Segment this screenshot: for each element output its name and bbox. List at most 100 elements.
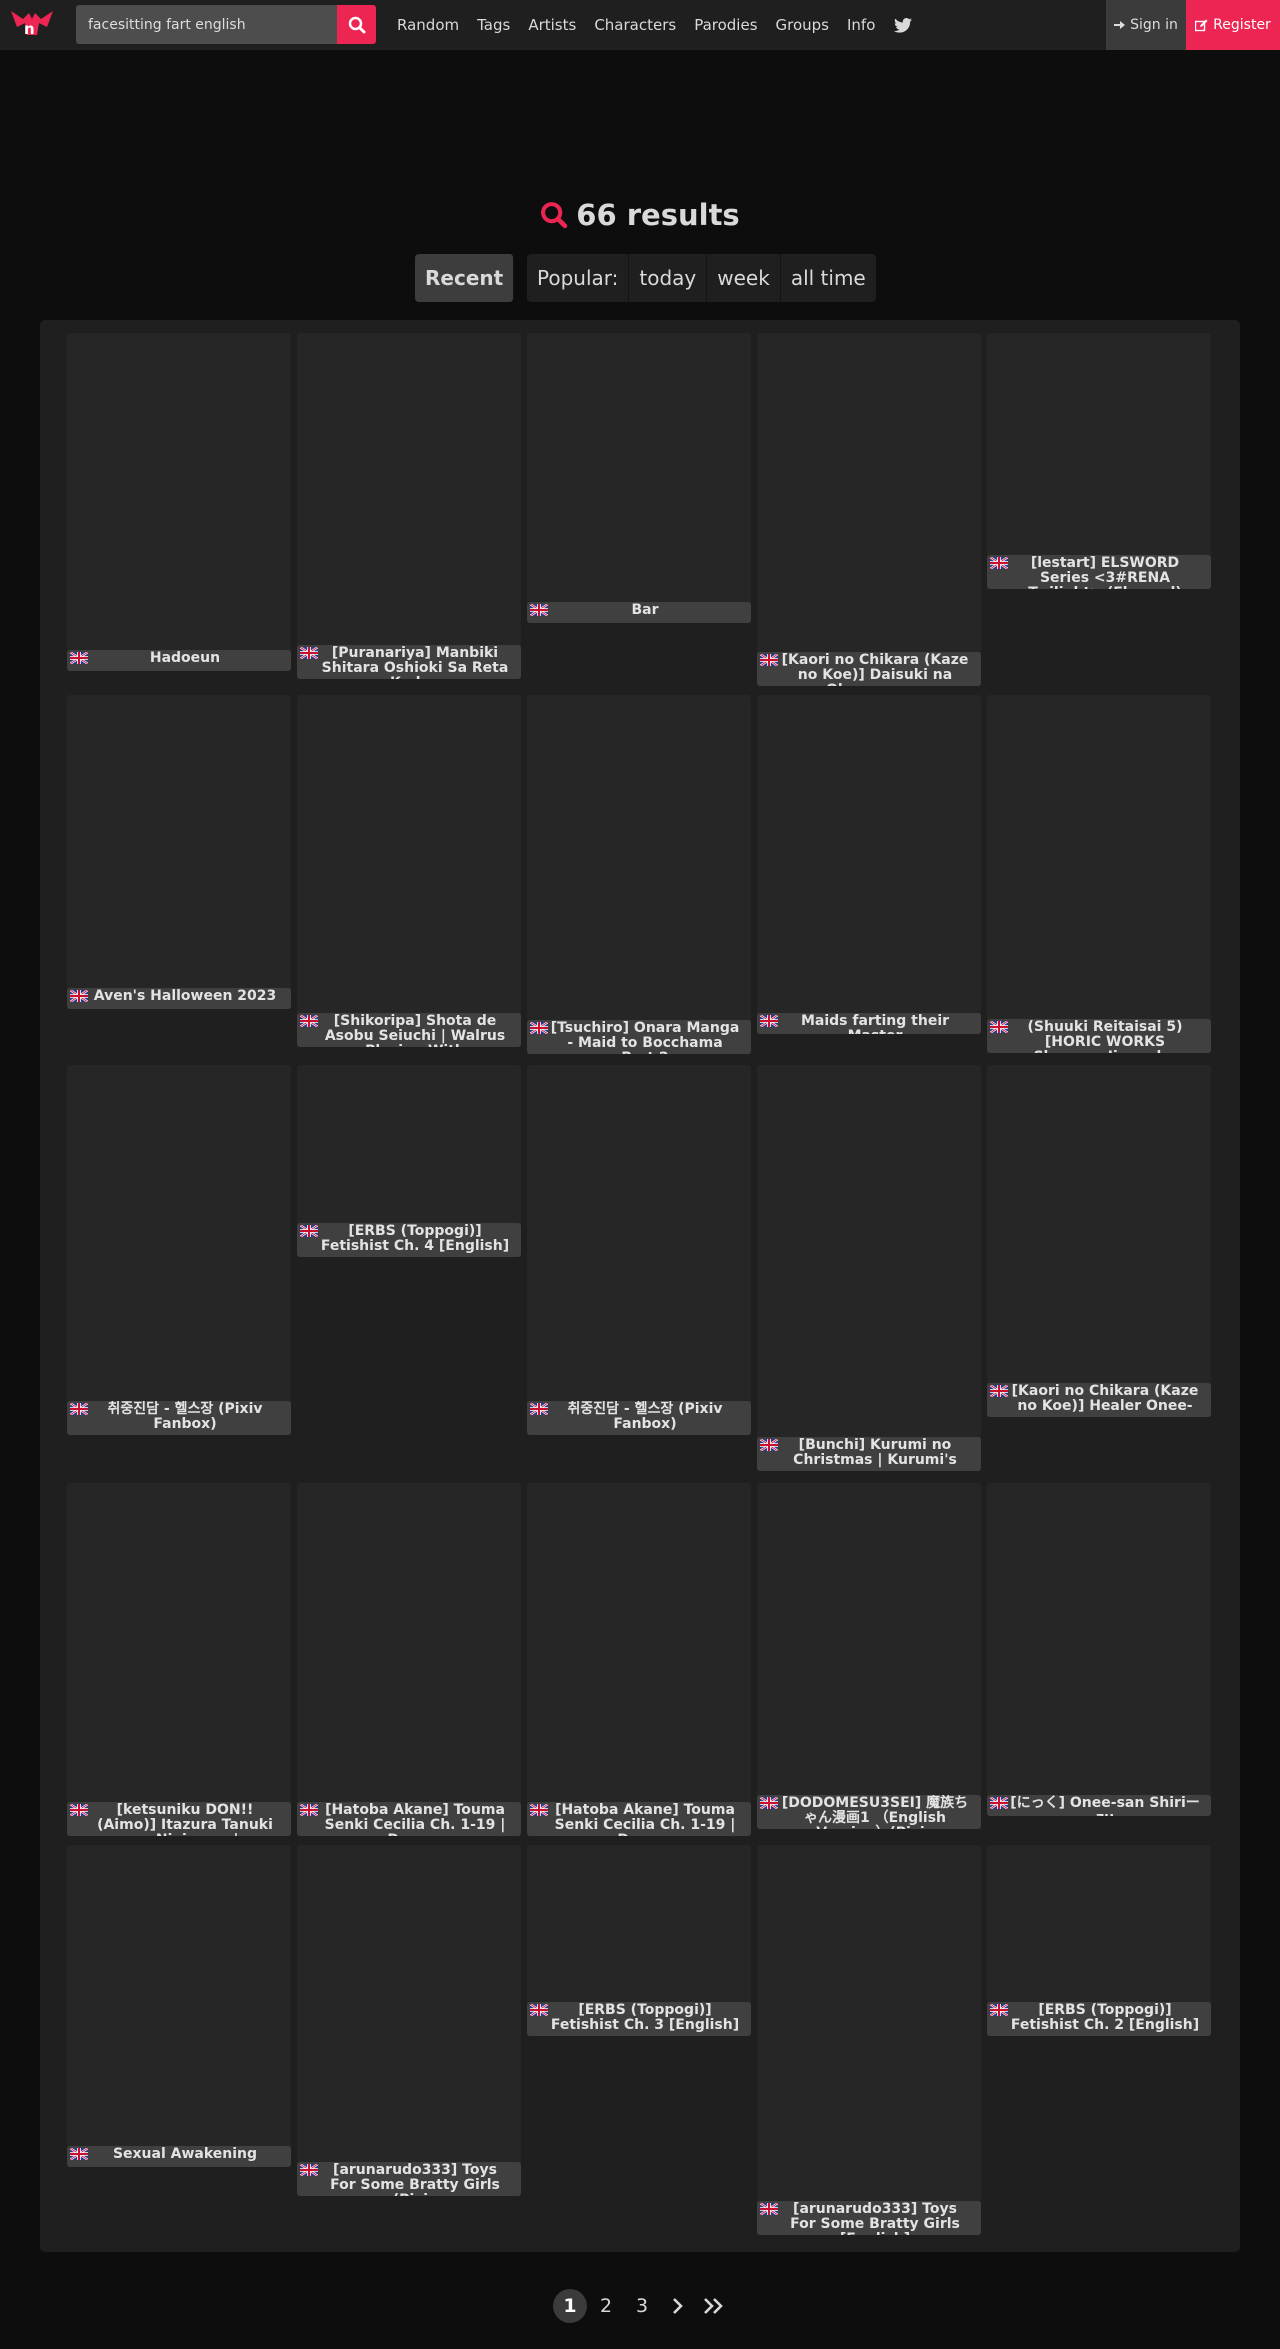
gallery-item[interactable]: Bar (527, 333, 751, 623)
gallery-title: Bar (631, 602, 659, 618)
gallery-caption: Hadoeun (67, 650, 291, 671)
sign-in-label: Sign in (1130, 17, 1178, 33)
sort-week[interactable]: week (707, 254, 781, 302)
last-icon[interactable] (697, 2289, 731, 2323)
gallery-title: [arunarudo333] Toys For Some Bratty Girl… (790, 2201, 960, 2236)
gallery-title: [Bunchi] Kurumi no Christmas | Kurumi's (793, 1437, 957, 1468)
gallery-item[interactable]: [DODOMESU3SEI] 魔族ちゃん漫画1 （English Version… (757, 1483, 981, 1829)
gallery-caption: Aven's Halloween 2023 (67, 988, 291, 1009)
gallery-caption: [Shikoripa] Shota de Asobu Seiuchi | Wal… (297, 1013, 521, 1047)
gallery-title: [Puranariya] Manbiki Shitara Oshioki Sa … (321, 645, 509, 680)
menu-random[interactable]: Random (388, 0, 468, 50)
menu-artists[interactable]: Artists (519, 0, 585, 50)
english-flag-icon (70, 990, 88, 1002)
gallery-title: [Tsuchiro] Onara Manga - Maid to Boccham… (550, 1020, 740, 1055)
english-flag-icon (300, 1015, 318, 1027)
gallery-item[interactable]: [Shikoripa] Shota de Asobu Seiuchi | Wal… (297, 695, 521, 1047)
gallery-item[interactable]: [Hatoba Akane] Touma Senki Cecilia Ch. 1… (527, 1483, 751, 1836)
english-flag-icon (70, 1403, 88, 1415)
search-button[interactable] (337, 5, 376, 44)
search-input[interactable] (76, 5, 337, 44)
gallery-caption: [Kaori no Chikara (Kaze no Koe)] Daisuki… (757, 652, 981, 686)
gallery-item[interactable]: 취중진담 - 헬스장 (Pixiv Fanbox) (527, 1065, 751, 1435)
gallery-item[interactable]: [ERBS (Toppogi)] Fetishist Ch. 3 [Englis… (527, 1845, 751, 2036)
gallery-item[interactable]: [Tsuchiro] Onara Manga - Maid to Boccham… (527, 695, 751, 1054)
gallery-caption: Bar (527, 602, 751, 623)
sign-in-button[interactable]: Sign in (1106, 0, 1186, 50)
gallery-item[interactable]: [ERBS (Toppogi)] Fetishist Ch. 4 [Englis… (297, 1065, 521, 1257)
logo-icon[interactable]: n (9, 9, 55, 39)
menu-parodies[interactable]: Parodies (685, 0, 766, 50)
gallery-item[interactable]: [arunarudo333] Toys For Some Bratty Girl… (757, 1845, 981, 2235)
gallery-caption: [Bunchi] Kurumi no Christmas | Kurumi's (757, 1437, 981, 1471)
page-2[interactable]: 2 (589, 2289, 623, 2323)
gallery-title: 취중진담 - 헬스장 (Pixiv Fanbox) (567, 1401, 723, 1432)
gallery-item[interactable]: [lestart] ELSWORD Series <3#RENA Twiligh… (987, 333, 1211, 589)
gallery-item[interactable]: Sexual Awakening (67, 1845, 291, 2167)
gallery-item[interactable]: [Kaori no Chikara (Kaze no Koe)] Daisuki… (757, 333, 981, 686)
menu-characters[interactable]: Characters (585, 0, 685, 50)
gallery-title: Aven's Halloween 2023 (93, 988, 277, 1004)
results-heading: 66 results (0, 198, 1280, 232)
page-3[interactable]: 3 (625, 2289, 659, 2323)
english-flag-icon (530, 1804, 548, 1816)
gallery-title: (Shuuki Reitaisai 5) [HORIC WORKS Shuppa… (1027, 1019, 1183, 1054)
gallery-caption: 취중진담 - 헬스장 (Pixiv Fanbox) (67, 1401, 291, 1435)
gallery-caption: [ketsuniku DON!! (Aimo)] Itazura Tanuki … (67, 1802, 291, 1836)
gallery-item[interactable]: Maids farting their Master (757, 695, 981, 1034)
register-button[interactable]: Register (1186, 0, 1280, 50)
english-flag-icon (760, 1439, 778, 1451)
gallery-item[interactable]: Aven's Halloween 2023 (67, 695, 291, 1009)
gallery-caption: [DODOMESU3SEI] 魔族ちゃん漫画1 （English Version… (757, 1795, 981, 1829)
english-flag-icon (300, 1225, 318, 1237)
gallery-item[interactable]: [ketsuniku DON!! (Aimo)] Itazura Tanuki … (67, 1483, 291, 1836)
navbar: n Random Tags Artists Characters Parodie… (0, 0, 1280, 50)
gallery-item[interactable]: [Puranariya] Manbiki Shitara Oshioki Sa … (297, 333, 521, 679)
sort-all-time[interactable]: all time (780, 254, 876, 302)
menu-info[interactable]: Info (838, 0, 884, 50)
english-flag-icon (70, 1804, 88, 1816)
search-icon (541, 202, 568, 229)
twitter-icon[interactable] (884, 17, 922, 33)
english-flag-icon (300, 647, 318, 659)
gallery-item[interactable]: [arunarudo333] Toys For Some Bratty Girl… (297, 1845, 521, 2196)
english-flag-icon (990, 1021, 1008, 1033)
menu-groups[interactable]: Groups (767, 0, 838, 50)
register-label: Register (1213, 17, 1271, 33)
menu-tags[interactable]: Tags (468, 0, 519, 50)
gallery-item[interactable]: [ERBS (Toppogi)] Fetishist Ch. 2 [Englis… (987, 1845, 1211, 2036)
english-flag-icon (300, 1804, 318, 1816)
english-flag-icon (990, 1797, 1008, 1809)
gallery-title: Hadoeun (149, 650, 221, 666)
sort-recent-group: Recent (415, 254, 515, 302)
english-flag-icon (530, 604, 548, 616)
gallery-title: [Hatoba Akane] Touma Senki Cecilia Ch. 1… (324, 1802, 506, 1837)
gallery-item[interactable]: Hadoeun (67, 333, 291, 671)
search-form (76, 5, 376, 44)
gallery-title: [ERBS (Toppogi)] Fetishist Ch. 4 [Englis… (320, 1223, 510, 1254)
sort-popular-label: Popular: (527, 254, 630, 302)
gallery-item[interactable]: [Kaori no Chikara (Kaze no Koe)] Healer … (987, 1065, 1211, 1417)
page-1[interactable]: 1 (553, 2289, 587, 2323)
gallery-item[interactable]: (Shuuki Reitaisai 5) [HORIC WORKS Shuppa… (987, 695, 1211, 1053)
results-count: 66 results (576, 198, 740, 232)
next-icon[interactable] (661, 2289, 695, 2323)
gallery-title: 취중진담 - 헬스장 (Pixiv Fanbox) (107, 1401, 263, 1432)
english-flag-icon (70, 652, 88, 664)
sort-today[interactable]: today (629, 254, 708, 302)
gallery-item[interactable]: [Hatoba Akane] Touma Senki Cecilia Ch. 1… (297, 1483, 521, 1836)
gallery-title: [Kaori no Chikara (Kaze no Koe)] Healer … (1011, 1383, 1199, 1418)
gallery-title: [ERBS (Toppogi)] Fetishist Ch. 3 [Englis… (550, 2002, 740, 2033)
gallery-item[interactable]: [Bunchi] Kurumi no Christmas | Kurumi's (757, 1065, 981, 1471)
gallery-item[interactable]: 취중진담 - 헬스장 (Pixiv Fanbox) (67, 1065, 291, 1435)
sort-recent[interactable]: Recent (415, 254, 515, 302)
gallery-title: Maids farting their Master (800, 1013, 950, 1035)
edit-icon (1195, 19, 1208, 31)
english-flag-icon (760, 1797, 778, 1809)
gallery-caption: [ERBS (Toppogi)] Fetishist Ch. 3 [Englis… (527, 2002, 751, 2036)
gallery-title: [にっく] Onee-san Shiriーzu (1010, 1795, 1200, 1817)
english-flag-icon (530, 1403, 548, 1415)
gallery-item[interactable]: [にっく] Onee-san Shiriーzu (987, 1483, 1211, 1816)
english-flag-icon (530, 2004, 548, 2016)
gallery-title: [Kaori no Chikara (Kaze no Koe)] Daisuki… (781, 652, 969, 687)
